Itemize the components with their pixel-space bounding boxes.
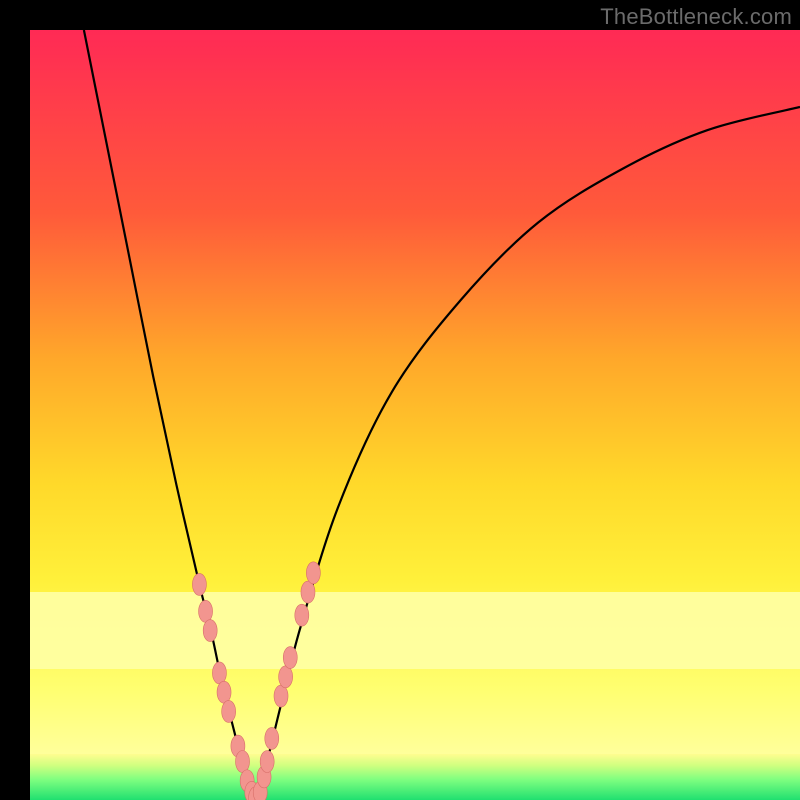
data-marker (203, 620, 217, 642)
data-marker (260, 751, 274, 773)
data-marker (236, 751, 250, 773)
watermark-text: TheBottleneck.com (600, 4, 792, 30)
data-marker (212, 662, 226, 684)
data-marker (222, 700, 236, 722)
data-marker (217, 681, 231, 703)
data-marker (306, 562, 320, 584)
chart-svg (30, 30, 800, 800)
curve-right-branch (253, 107, 800, 800)
data-marker (295, 604, 309, 626)
data-marker (301, 581, 315, 603)
data-marker (279, 666, 293, 688)
chart-frame: TheBottleneck.com (0, 0, 800, 800)
data-marker (265, 727, 279, 749)
data-marker (192, 573, 206, 595)
data-marker (199, 600, 213, 622)
plot-area (30, 30, 800, 800)
data-marker (283, 647, 297, 669)
marker-group (192, 562, 320, 800)
curve-group (84, 30, 800, 800)
data-marker (274, 685, 288, 707)
